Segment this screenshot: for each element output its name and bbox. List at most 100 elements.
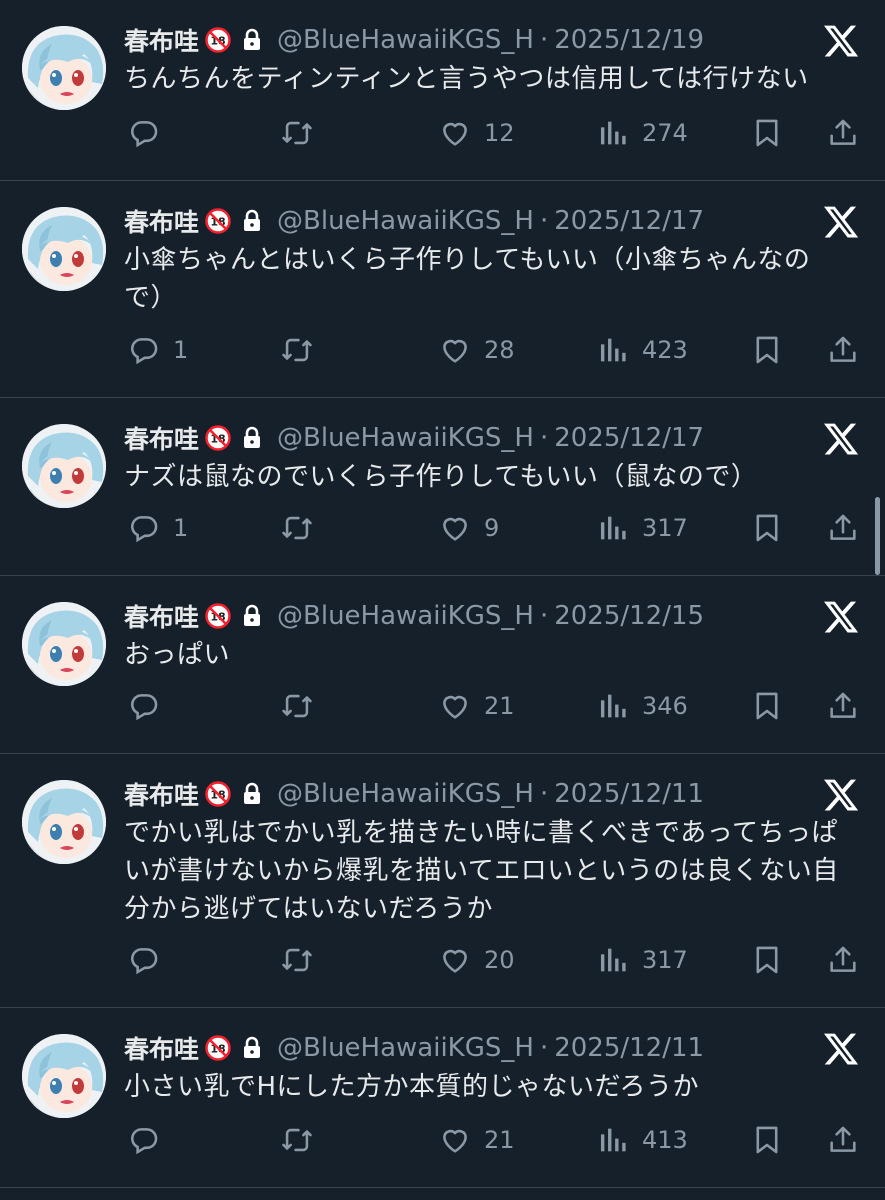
tweet-date[interactable]: 2025/12/11 xyxy=(554,779,704,809)
tweet-date[interactable]: 2025/12/17 xyxy=(554,206,704,236)
views-button[interactable]: 317 xyxy=(596,942,688,978)
views-icon xyxy=(600,948,626,972)
avatar[interactable] xyxy=(22,26,106,110)
separator: · xyxy=(539,779,549,809)
bookmark-button[interactable] xyxy=(750,942,784,978)
share-button[interactable] xyxy=(826,332,860,368)
bookmark-button[interactable] xyxy=(750,115,784,151)
user-handle[interactable]: @BlueHawaiiKGS_H xyxy=(277,779,534,809)
avatar[interactable] xyxy=(22,780,106,864)
x-logo-icon[interactable] xyxy=(822,203,860,241)
x-logo-icon[interactable] xyxy=(822,22,860,60)
separator: · xyxy=(539,423,549,453)
reply-button[interactable]: 1 xyxy=(127,510,188,546)
like-button[interactable]: 21 xyxy=(438,688,515,724)
avatar[interactable] xyxy=(22,207,106,291)
tweet-date[interactable]: 2025/12/19 xyxy=(554,25,704,55)
bookmark-button[interactable] xyxy=(750,688,784,724)
tweet-text: ちんちんをティンティンと言うやつは信用しては行けない xyxy=(124,64,809,94)
like-button[interactable]: 12 xyxy=(438,115,515,151)
reply-button[interactable] xyxy=(127,115,173,151)
avatar[interactable] xyxy=(22,602,106,686)
r18-badge-icon: 18 xyxy=(205,208,231,234)
reply-button[interactable] xyxy=(127,942,173,978)
like-count: 20 xyxy=(484,946,515,974)
like-button[interactable]: 20 xyxy=(438,942,515,978)
retweet-button[interactable] xyxy=(280,942,326,978)
tweet-card[interactable]: 春布哇 18 @BlueHawaiiKGS_H · 2025/12/19 ちんち… xyxy=(0,0,885,181)
share-button[interactable] xyxy=(826,688,860,724)
retweet-button[interactable] xyxy=(280,115,326,151)
action-bar: 12 274 xyxy=(0,115,885,151)
retweet-icon xyxy=(282,694,312,718)
retweet-button[interactable] xyxy=(280,1122,326,1158)
user-handle[interactable]: @BlueHawaiiKGS_H xyxy=(277,601,534,631)
share-button[interactable] xyxy=(826,115,860,151)
share-button[interactable] xyxy=(826,510,860,546)
retweet-button[interactable] xyxy=(280,510,326,546)
scrollbar[interactable] xyxy=(875,497,880,575)
views-icon xyxy=(600,694,626,718)
display-name[interactable]: 春布哇 xyxy=(124,203,199,239)
views-button[interactable]: 413 xyxy=(596,1122,688,1158)
like-button[interactable]: 28 xyxy=(438,332,515,368)
lock-icon xyxy=(244,426,261,448)
user-handle[interactable]: @BlueHawaiiKGS_H xyxy=(277,206,534,236)
views-button[interactable]: 423 xyxy=(596,332,688,368)
r18-badge-icon: 18 xyxy=(205,1035,231,1061)
heart-icon xyxy=(443,1129,467,1153)
tweet-header: 春布哇 18 @BlueHawaiiKGS_H · 2025/12/17 xyxy=(124,420,704,456)
views-button[interactable]: 346 xyxy=(596,688,688,724)
retweet-button[interactable] xyxy=(280,688,326,724)
tweet-date[interactable]: 2025/12/15 xyxy=(554,601,704,631)
user-handle[interactable]: @BlueHawaiiKGS_H xyxy=(277,1033,534,1063)
user-handle[interactable]: @BlueHawaiiKGS_H xyxy=(277,25,534,55)
display-name[interactable]: 春布哇 xyxy=(124,1030,199,1066)
x-logo-icon[interactable] xyxy=(822,420,860,458)
lock-icon xyxy=(244,1036,261,1058)
r18-badge-icon: 18 xyxy=(205,781,231,807)
x-logo-icon[interactable] xyxy=(822,1030,860,1068)
reply-icon xyxy=(131,1128,158,1155)
tweet-date[interactable]: 2025/12/11 xyxy=(554,1033,704,1063)
bookmark-button[interactable] xyxy=(750,510,784,546)
reply-button[interactable]: 1 xyxy=(127,332,188,368)
action-bar: 21 346 xyxy=(0,688,885,724)
display-name[interactable]: 春布哇 xyxy=(124,598,199,634)
retweet-button[interactable] xyxy=(280,332,326,368)
views-button[interactable]: 274 xyxy=(596,115,688,151)
tweet-card[interactable]: 春布哇 18 @BlueHawaiiKGS_H · 2025/12/11 でかい… xyxy=(0,754,885,1008)
display-name[interactable]: 春布哇 xyxy=(124,776,199,812)
tweet-card[interactable]: 春布哇 18 @BlueHawaiiKGS_H · 2025/12/17 小傘ち… xyxy=(0,181,885,398)
share-button[interactable] xyxy=(826,1122,860,1158)
x-logo-icon[interactable] xyxy=(822,776,860,814)
reply-button[interactable] xyxy=(127,1122,173,1158)
share-icon xyxy=(830,119,856,145)
tweet-card[interactable]: 春布哇 18 @BlueHawaiiKGS_H · 2025/12/15 おっぱ… xyxy=(0,576,885,754)
tweet-header: 春布哇 18 @BlueHawaiiKGS_H · 2025/12/17 xyxy=(124,203,704,239)
x-logo-icon[interactable] xyxy=(822,598,860,636)
reply-count: 1 xyxy=(173,514,189,542)
display-name[interactable]: 春布哇 xyxy=(124,420,199,456)
reply-button[interactable] xyxy=(127,688,173,724)
like-button[interactable]: 9 xyxy=(438,510,499,546)
avatar[interactable] xyxy=(22,1034,106,1118)
bookmark-button[interactable] xyxy=(750,332,784,368)
heart-icon xyxy=(443,122,467,146)
bookmark-icon xyxy=(756,336,778,364)
user-handle[interactable]: @BlueHawaiiKGS_H xyxy=(277,423,534,453)
tweet-date[interactable]: 2025/12/17 xyxy=(554,423,704,453)
action-bar: 1 9 317 xyxy=(0,510,885,546)
bookmark-button[interactable] xyxy=(750,1122,784,1158)
bookmark-icon xyxy=(756,514,778,542)
share-button[interactable] xyxy=(826,942,860,978)
tweet-text: 小さい乳でHにした方か本質的じゃないだろうか xyxy=(124,1072,699,1102)
avatar[interactable] xyxy=(22,424,106,508)
like-button[interactable]: 21 xyxy=(438,1122,515,1158)
views-button[interactable]: 317 xyxy=(596,510,688,546)
tweet-card[interactable]: 春布哇 18 @BlueHawaiiKGS_H · 2025/12/17 ナズは… xyxy=(0,398,885,576)
tweet-card[interactable]: 春布哇 18 @BlueHawaiiKGS_H · 2025/12/11 小さい… xyxy=(0,1008,885,1188)
retweet-icon xyxy=(282,338,312,362)
reply-icon xyxy=(131,694,158,721)
display-name[interactable]: 春布哇 xyxy=(124,22,199,58)
